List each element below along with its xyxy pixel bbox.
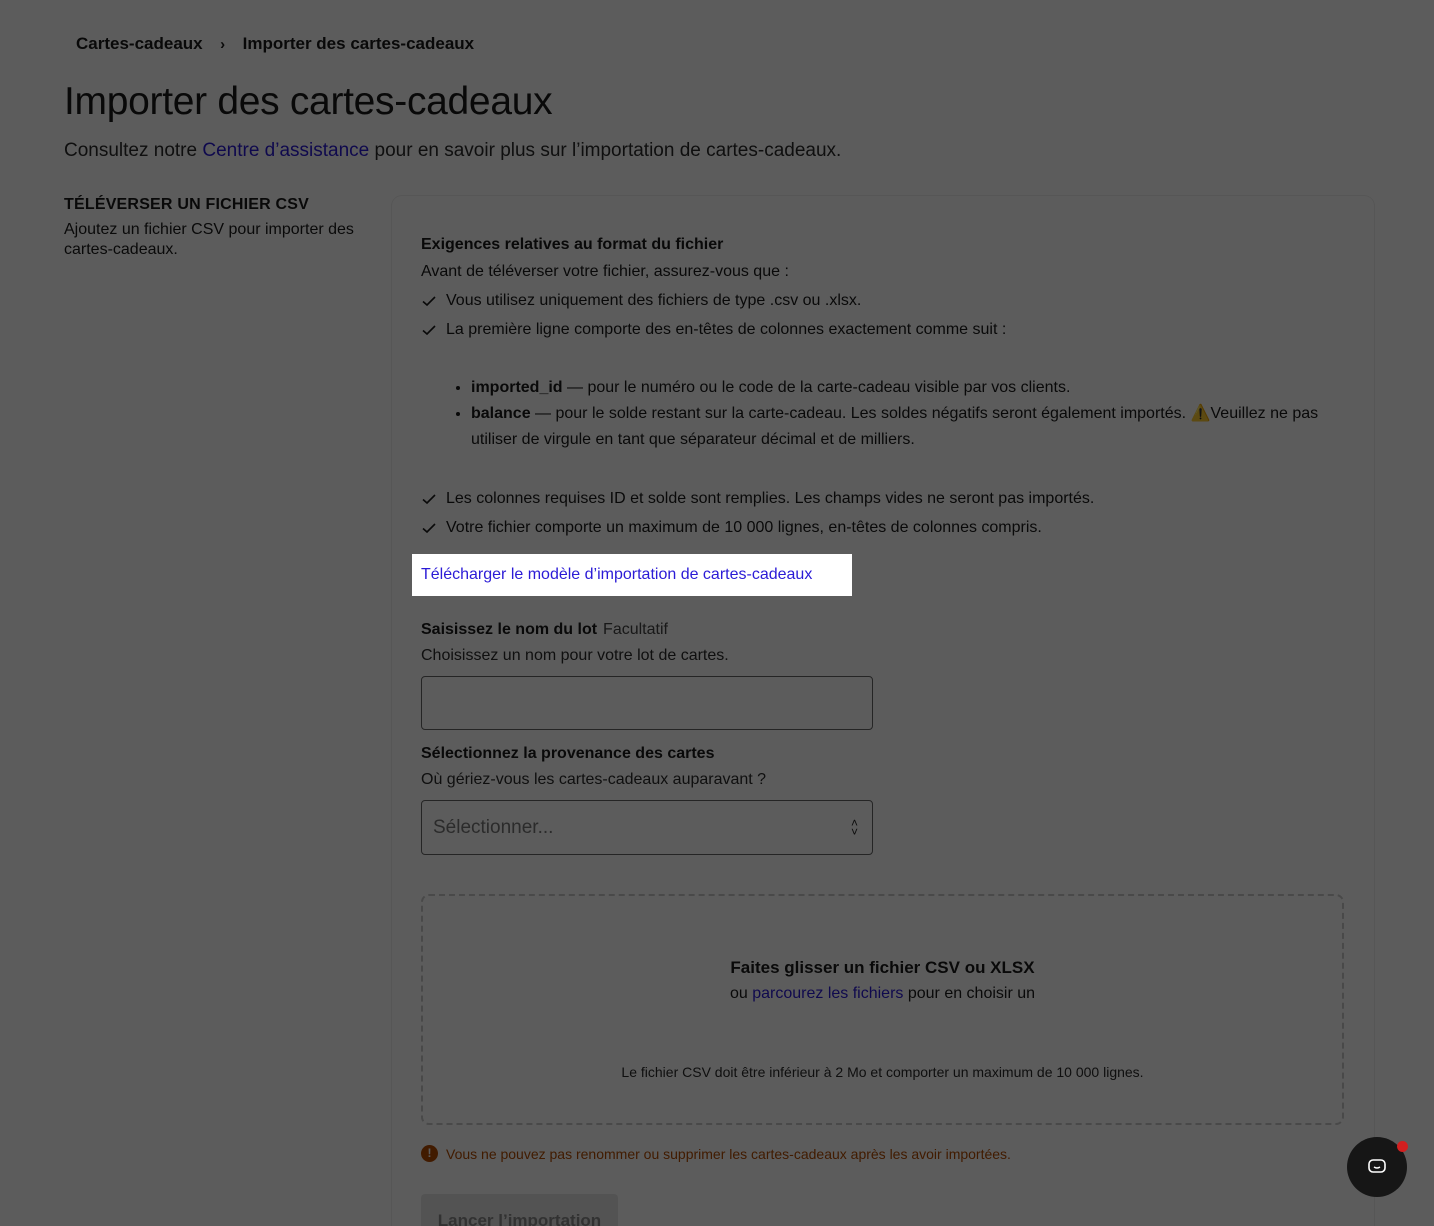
notification-dot bbox=[1397, 1141, 1408, 1152]
section-heading: TÉLÉVERSER UN FICHIER CSV bbox=[64, 196, 310, 213]
select-placeholder: Sélectionner... bbox=[433, 816, 554, 838]
subtitle-suffix: pour en savoir plus sur l’importation de… bbox=[374, 140, 842, 161]
requirement-text: Les colonnes requises ID et solde sont r… bbox=[446, 490, 1095, 507]
dropzone-sub-prefix: ou bbox=[729, 985, 748, 1002]
up-down-chevron-icon: ˄ ˅ bbox=[850, 815, 858, 839]
download-template-link[interactable]: Télécharger le modèle d’importation de c… bbox=[412, 554, 852, 596]
chat-icon bbox=[1368, 1159, 1386, 1173]
source-label: Sélectionnez la provenance des cartes bbox=[421, 745, 714, 763]
check-icon bbox=[422, 296, 436, 307]
requirement-item: Vous utilisez uniquement des fichiers de… bbox=[421, 292, 1341, 310]
requirements-intro: Avant de téléverser votre fichier, assur… bbox=[421, 263, 789, 280]
source-label-text: Sélectionnez la provenance des cartes bbox=[421, 745, 715, 762]
column-name: imported_id bbox=[471, 379, 563, 396]
chat-button[interactable] bbox=[1347, 1137, 1408, 1197]
requirement-item: Les colonnes requises ID et solde sont r… bbox=[421, 490, 1341, 508]
requirement-text: Votre fichier comporte un maximum de 10 … bbox=[446, 519, 1042, 536]
breadcrumb: Cartes-cadeaux › Importer des cartes-cad… bbox=[76, 34, 474, 54]
check-icon bbox=[422, 494, 436, 505]
dropzone-sub-suffix: pour en choisir un bbox=[907, 985, 1036, 1002]
column-desc: — pour le numéro ou le code de la carte-… bbox=[562, 379, 1071, 396]
chevron-right-icon: › bbox=[220, 35, 226, 53]
warning-icon: ⚠️ bbox=[1190, 405, 1211, 422]
batch-name-label: Saisissez le nom du lot Facultatif bbox=[421, 621, 668, 639]
column-item: imported_id — pour le numéro ou le code … bbox=[471, 375, 1341, 401]
requirement-item: Votre fichier comporte un maximum de 10 … bbox=[421, 519, 1341, 537]
check-icon bbox=[422, 325, 436, 336]
requirement-text: La première ligne comporte des en-têtes … bbox=[446, 321, 1007, 338]
launch-import-button[interactable]: Lancer l’importation bbox=[421, 1194, 618, 1226]
requirement-text: Vous utilisez uniquement des fichiers de… bbox=[446, 292, 862, 309]
breadcrumb-parent-link[interactable]: Cartes-cadeaux bbox=[76, 34, 203, 54]
format-requirements: Exigences relatives au format du fichier… bbox=[421, 236, 1341, 537]
help-center-link[interactable]: Centre d’assistance bbox=[202, 140, 369, 161]
dropzone-title: Faites glisser un fichier CSV ou XLSX bbox=[730, 958, 1035, 977]
page-subtitle: Consultez notre Centre d’assistance pour… bbox=[64, 140, 841, 162]
exclamation-circle-icon: ! bbox=[421, 1145, 438, 1162]
batch-name-help: Choisissez un nom pour votre lot de cart… bbox=[421, 647, 729, 664]
browse-files-link[interactable]: parcourez les fichiers bbox=[752, 985, 903, 1002]
requirement-item: La première ligne comporte des en-têtes … bbox=[421, 321, 1341, 339]
section-description: Ajoutez un fichier CSV pour importer des… bbox=[64, 221, 354, 258]
column-list: imported_id — pour le numéro ou le code … bbox=[421, 375, 1341, 453]
upload-section-intro: TÉLÉVERSER UN FICHIER CSV Ajoutez un fic… bbox=[64, 196, 364, 260]
page-title: Importer des cartes-cadeaux bbox=[64, 80, 553, 123]
batch-label-text: Saisissez le nom du lot bbox=[421, 621, 598, 638]
requirements-title: Exigences relatives au format du fichier bbox=[421, 236, 724, 253]
optional-tag: Facultatif bbox=[603, 621, 668, 638]
source-help: Où gériez-vous les cartes-cadeaux aupara… bbox=[421, 771, 767, 788]
column-desc: — pour le solde restant sur la carte-cad… bbox=[530, 405, 1187, 422]
source-select[interactable]: Sélectionner... ˄ ˅ bbox=[421, 800, 873, 855]
breadcrumb-current: Importer des cartes-cadeaux bbox=[242, 34, 475, 53]
import-warning-text: Vous ne pouvez pas renommer ou supprimer… bbox=[446, 1145, 1011, 1162]
batch-name-input[interactable] bbox=[421, 676, 873, 730]
import-warning: ! Vous ne pouvez pas renommer ou supprim… bbox=[421, 1145, 1011, 1162]
page: Cartes-cadeaux › Importer des cartes-cad… bbox=[0, 0, 1434, 1226]
column-item: balance — pour le solde restant sur la c… bbox=[471, 401, 1341, 453]
dropzone-note: Le fichier CSV doit être inférieur à 2 M… bbox=[621, 1064, 1144, 1080]
file-dropzone[interactable]: Faites glisser un fichier CSV ou XLSX ou… bbox=[421, 894, 1344, 1125]
check-icon bbox=[422, 523, 436, 534]
column-name: balance bbox=[471, 405, 531, 422]
subtitle-prefix: Consultez notre bbox=[64, 140, 198, 161]
dropzone-subtitle: ou parcourez les fichiers pour en choisi… bbox=[423, 985, 1342, 1003]
